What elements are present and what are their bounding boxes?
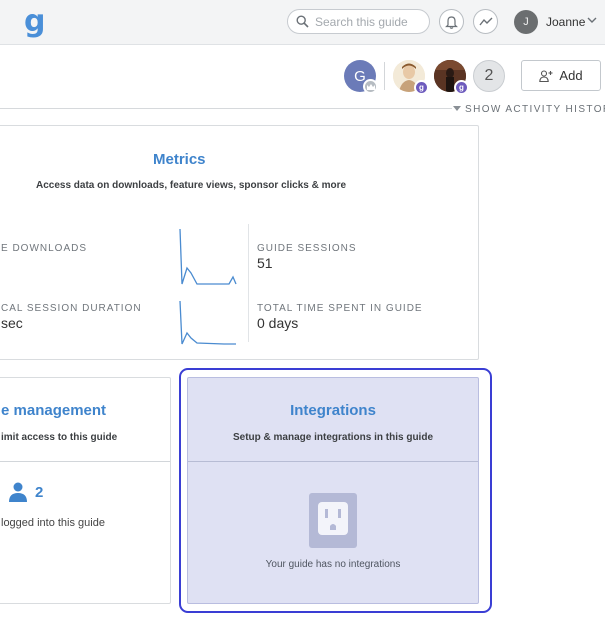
- stat-value-guide-sessions: 51: [257, 255, 273, 271]
- show-activity-history-link[interactable]: SHOW ACTIVITY HISTORY: [453, 104, 605, 115]
- user-icon: [9, 482, 27, 502]
- stat-label-session-duration: CAL SESSION DURATION: [1, 303, 142, 314]
- metrics-subtitle: Access data on downloads, feature views,…: [36, 180, 347, 191]
- collaborator-separator: [384, 62, 385, 90]
- access-divider: [0, 461, 170, 462]
- downloads-sparkline: [179, 228, 237, 285]
- stat-value-total-time: 0 days: [257, 315, 299, 331]
- more-collaborators-count[interactable]: 2: [473, 60, 505, 92]
- search-input[interactable]: [315, 13, 425, 30]
- collaborator-avatar-g[interactable]: G: [344, 60, 378, 94]
- caret-down-icon: [453, 106, 461, 111]
- search-icon: [296, 15, 309, 28]
- guide-badge: g: [454, 80, 469, 95]
- user-avatar[interactable]: J: [514, 10, 538, 34]
- activity-graph-icon: [478, 17, 492, 25]
- access-subtitle: imit access to this guide: [1, 432, 118, 443]
- stat-label-downloads: E DOWNLOADS: [1, 243, 88, 254]
- access-title: e management: [1, 402, 107, 419]
- app-logo[interactable]: g: [24, 4, 45, 39]
- metrics-card[interactable]: Metrics Access data on downloads, featur…: [0, 125, 479, 360]
- activity-label: SHOW ACTIVITY HISTORY: [465, 104, 605, 115]
- access-management-card[interactable]: e management imit access to this guide 2…: [0, 377, 171, 604]
- top-bar: g J Joanne: [0, 0, 605, 45]
- search-box[interactable]: [287, 9, 430, 34]
- notifications-button[interactable]: [439, 9, 464, 34]
- logged-in-caption: logged into this guide: [1, 517, 105, 529]
- bell-icon: [445, 15, 458, 29]
- logged-in-count: 2: [35, 484, 44, 501]
- subheader-divider: [0, 108, 452, 109]
- user-name[interactable]: Joanne: [546, 15, 585, 29]
- chevron-down-icon[interactable]: [587, 17, 597, 24]
- metrics-title: Metrics: [153, 151, 206, 168]
- stat-value-session-duration: sec: [1, 315, 23, 331]
- crown-icon: [363, 79, 378, 94]
- add-button-label: Add: [559, 68, 583, 83]
- guide-badge: g: [414, 80, 429, 95]
- activity-button[interactable]: [473, 9, 498, 34]
- metrics-vertical-divider: [248, 224, 249, 342]
- stat-label-guide-sessions: GUIDE SESSIONS: [257, 243, 357, 254]
- stat-label-total-time: TOTAL TIME SPENT IN GUIDE: [257, 303, 423, 314]
- integrations-highlight-outline: [179, 368, 492, 613]
- add-user-icon: [539, 69, 553, 82]
- session-duration-sparkline: [179, 300, 236, 345]
- add-collaborator-button[interactable]: Add: [521, 60, 601, 91]
